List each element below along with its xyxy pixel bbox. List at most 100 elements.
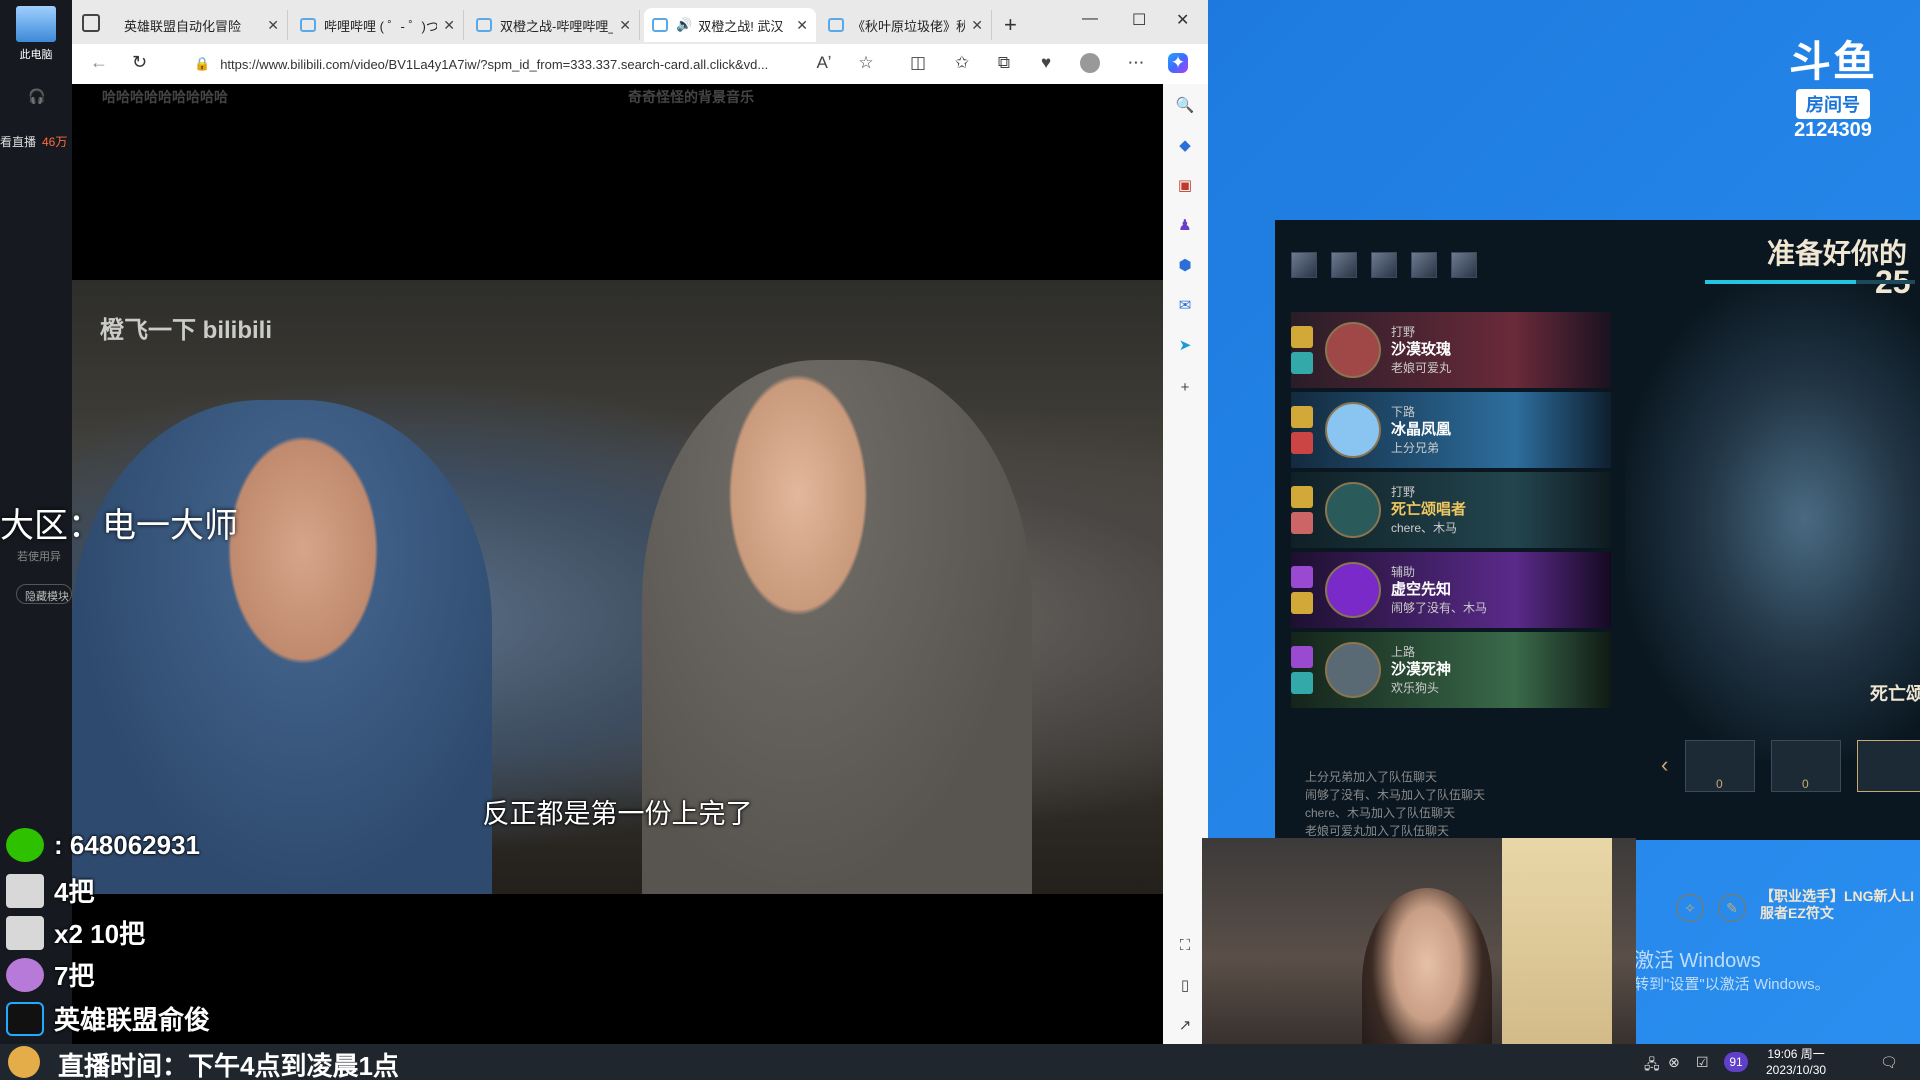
skin-option-selected[interactable] [1857,740,1920,792]
sidebar-panel-icon[interactable]: ▯ [1175,976,1195,996]
this-pc-shortcut[interactable]: 此电脑 [10,6,62,70]
favorites-icon[interactable]: ✩ [952,53,972,73]
tab-title: 哔哩哔哩 ( ゜- ゜)つロ [324,18,438,34]
summoner-spells [1291,566,1317,614]
tab-2[interactable]: 哔哩哔哩 ( ゜- ゜)つロ ✕ [292,10,464,40]
video-player[interactable]: 哈哈哈哈哈哈哈哈哈 奇奇怪怪的背景音乐 橙飞一下 bilibili 反正都是第一… [72,84,1163,1044]
champion-name: 死亡颂唱者 [1391,501,1467,518]
team-slot-3[interactable]: 打野 死亡颂唱者 chere、木马 [1291,472,1611,548]
summoner-spells [1291,486,1317,534]
refresh-icon[interactable]: ↻ [132,52,147,73]
skin-option[interactable]: 0 [1685,740,1755,792]
ban-portrait [1331,252,1357,278]
checkbox-icon[interactable]: ☑ [1696,1054,1709,1071]
maximize-icon[interactable]: ☐ [1132,10,1146,30]
favorite-star-icon[interactable]: ☆ [856,53,876,73]
team-slot-1[interactable]: 打野 沙漠玫瑰 老娘可爱丸 [1291,312,1611,388]
team-slot-2[interactable]: 下路 冰晶凤凰 上分兄弟 [1291,392,1611,468]
outlook-icon[interactable]: ✉ [1175,296,1195,316]
summoner-spells [1291,646,1317,694]
danmaku-text: 奇奇怪怪的背景音乐 [628,89,754,105]
room-label: 房间号 [1796,89,1870,119]
ban-portrait [1291,252,1317,278]
skin-option[interactable]: 0 [1771,740,1841,792]
notifications-icon[interactable]: 🗨 [1880,1054,1898,1071]
hide-module-button[interactable]: 隐藏模块 [16,584,72,604]
team-slot-5[interactable]: 上路 沙漠死神 欢乐狗头 [1291,632,1611,708]
plane-line-2: x2 10把 [6,914,145,951]
back-icon[interactable]: ← [90,52,108,73]
role-label: 辅助 [1391,565,1416,579]
clock-time: 19:06 周一 [1767,1047,1825,1061]
medal-count: 7把 [54,961,95,991]
spell-icon [1291,352,1313,374]
more-menu-icon[interactable]: ⋯ [1126,53,1146,73]
bilibili-icon [828,18,844,32]
tab-title: 双橙之战! 武汉 [698,18,784,34]
spell-icon [1291,326,1313,348]
tab-3[interactable]: 双橙之战-哔哩哔哩_ ✕ [468,10,640,40]
speaker-icon[interactable]: 🔊 [676,17,692,33]
close-icon[interactable]: ✕ [619,17,631,34]
splash-champion-name: 死亡颂 [1870,684,1920,704]
spell-icon [1291,512,1313,534]
browser-window: 英雄联盟自动化冒险 ✕ 哔哩哔哩 ( ゜- ゜)つロ ✕ 双橙之战-哔哩哔哩_ … [72,0,1407,1044]
address-bar[interactable]: 🔒 https://www.bilibili.com/video/BV1La4y… [184,50,824,78]
toolbox-icon[interactable]: ▣ [1175,176,1195,196]
champion-portrait [1325,402,1381,458]
system-clock[interactable]: 19:06 周一 2023/10/30 [1766,1046,1826,1078]
collections-icon[interactable]: ⧉ [994,53,1014,73]
close-window-icon[interactable]: ✕ [1176,10,1189,30]
edit-rune-icon[interactable]: ✎ [1718,894,1746,922]
close-icon[interactable]: ✕ [796,17,808,34]
spell-icon [1291,672,1313,694]
headphone-icon[interactable]: 🎧 [28,88,45,105]
role-label: 上路 [1391,645,1416,659]
add-icon[interactable]: + [1175,378,1195,398]
minimize-icon[interactable]: — [1082,10,1098,28]
split-screen-icon[interactable]: ◫ [908,53,928,73]
new-tab-button[interactable]: + [1004,12,1017,38]
ban-list [1291,252,1477,278]
tray-badge[interactable]: 91 [1724,1052,1748,1072]
taskbar: 直播时间：下午4点到凌晨1点 🖧 ⊗ ☑ 🗨 [0,1044,1920,1080]
close-icon[interactable]: ✕ [971,17,983,34]
external-link-icon[interactable]: ↗ [1175,1016,1195,1036]
screenshot-icon[interactable]: ⛶ [1175,936,1195,956]
tab-4-active[interactable]: 🔊 双橙之战! 武汉 ✕ [644,8,816,42]
office-icon[interactable]: ⬢ [1175,256,1195,276]
send-icon[interactable]: ➤ [1175,336,1195,356]
live-label: 看直播 [0,135,37,149]
tray-close-icon[interactable]: ⊗ [1668,1054,1680,1071]
browser-essentials-icon[interactable]: ♥ [1036,53,1056,73]
read-aloud-icon[interactable]: Aʼ [814,53,834,73]
team-slot-4[interactable]: 辅助 虚空先知 闹够了没有、木马 [1291,552,1611,628]
shopping-tag-icon[interactable]: ◆ [1175,136,1195,156]
timer-bar [1705,280,1915,284]
close-icon[interactable]: ✕ [267,17,279,34]
player-name: 老娘可爱丸 [1391,361,1452,375]
bilibili-icon [476,18,492,32]
tab-5[interactable]: 《秋叶原垃圾佬》秋 ✕ [820,10,992,40]
lock-icon[interactable]: 🔒 [194,56,210,72]
role-label: 下路 [1391,405,1416,419]
player-name: 上分兄弟 [1391,441,1440,455]
chevron-left-icon[interactable]: ‹ [1661,752,1668,778]
tab-1[interactable]: 英雄联盟自动化冒险 ✕ [116,10,1407,244]
pro-player-tag: 【职业选手】LNG新人LI 服者EZ符文 [1760,888,1914,922]
room-number: 2124309 [1794,119,1872,141]
close-icon[interactable]: ✕ [443,17,455,34]
server-region-label: 大区：电一大师 [0,507,238,545]
bilibili-icon [652,18,668,32]
pro-tag-line-1: 【职业选手】LNG新人LI [1760,888,1914,904]
network-icon[interactable]: 🖧 [1644,1054,1660,1078]
tab-actions-icon[interactable] [82,14,100,32]
search-icon[interactable]: 🔍 [1175,96,1195,116]
copilot-icon[interactable]: ✦ [1168,53,1188,73]
games-icon[interactable]: ♟ [1175,216,1195,236]
emote-icon[interactable]: ✧ [1676,894,1704,922]
profile-avatar[interactable] [1080,53,1100,73]
clock-date: 2023/10/30 [1766,1063,1827,1077]
spell-icon [1291,566,1313,588]
plane-icon [6,873,44,908]
